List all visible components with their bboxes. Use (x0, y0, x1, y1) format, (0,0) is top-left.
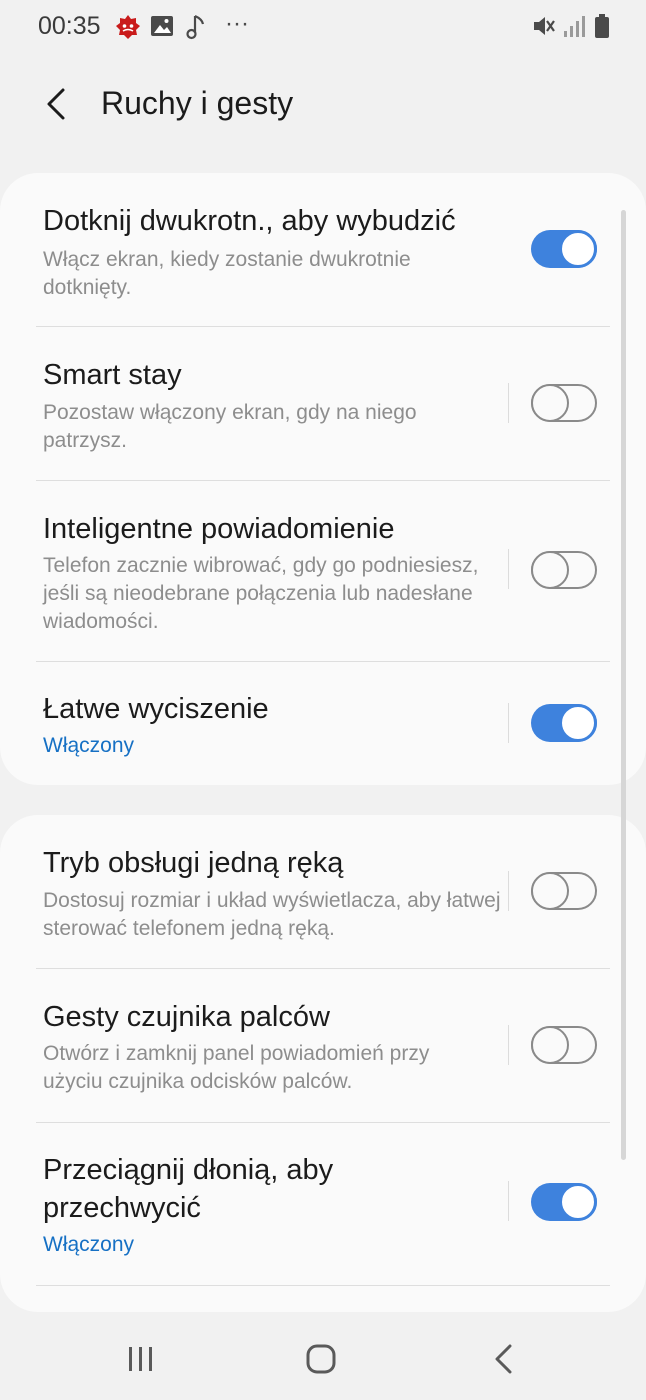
signal-icon (562, 13, 588, 44)
recent-apps-icon (129, 1347, 152, 1371)
status-time: 00:35 (38, 12, 101, 40)
setting-status: Włączony (43, 734, 135, 757)
recent-apps-button[interactable] (117, 1340, 165, 1380)
mute-icon (532, 13, 556, 44)
battery-icon (594, 13, 610, 44)
setting-title: Łatwe wyciszenie (43, 693, 269, 725)
vertical-separator (508, 871, 509, 911)
smart-alert-toggle[interactable] (531, 551, 597, 589)
one-handed-mode-toggle[interactable] (531, 872, 597, 910)
setting-subtitle: Telefon zacznie wibrować, gdy go podnies… (43, 554, 479, 633)
easy-mute-toggle[interactable] (531, 704, 597, 742)
finger-sensor-gestures-toggle[interactable] (531, 1026, 597, 1064)
setting-row-palm-swipe-capture[interactable]: Przeciągnij dłonią, aby przechwycić Włąc… (0, 1123, 646, 1285)
setting-title: Przeciągnij dłonią, aby przechwycić (43, 1154, 334, 1224)
setting-title: Smart stay (43, 359, 182, 391)
setting-row-smart-stay[interactable]: Smart stay Pozostaw włączony ekran, gdy … (0, 327, 646, 480)
status-bar: 00:35 ··· (0, 0, 646, 54)
back-icon (495, 1344, 512, 1374)
page-title: Ruchy i gesty (101, 85, 294, 121)
gallery-icon (150, 13, 174, 44)
setting-subtitle: Dostosuj rozmiar i układ wyświetlacza, a… (43, 889, 501, 940)
setting-title: Inteligentne powiadomienie (43, 513, 395, 545)
setting-row-finger-sensor-gestures[interactable]: Gesty czujnika palców Otwórz i zamknij p… (0, 969, 646, 1122)
home-icon (306, 1344, 336, 1374)
double-tap-wake-toggle[interactable] (531, 230, 597, 268)
vertical-separator (508, 703, 509, 743)
back-button[interactable] (36, 84, 80, 128)
setting-status: Włączony (43, 1233, 135, 1256)
setting-row-easy-mute[interactable]: Łatwe wyciszenie Włączony (0, 662, 646, 785)
setting-subtitle: Włącz ekran, kiedy zostanie dwukrotnie d… (43, 248, 411, 299)
smart-stay-toggle[interactable] (531, 384, 597, 422)
scrollbar[interactable] (621, 210, 626, 1160)
home-button[interactable] (298, 1340, 346, 1380)
setting-title: Dotknij dwukrotn., aby wybudzić (43, 205, 456, 237)
vertical-separator (508, 1181, 509, 1221)
back-chevron-icon (47, 88, 65, 120)
app-badge-icon (114, 13, 142, 46)
vertical-separator (508, 549, 509, 589)
setting-row-double-tap-wake[interactable]: Dotknij dwukrotn., aby wybudzić Włącz ek… (0, 173, 646, 326)
music-note-icon (184, 13, 206, 46)
setting-title: Tryb obsługi jedną ręką (43, 847, 344, 879)
setting-subtitle: Otwórz i zamknij panel powiadomień przy … (43, 1042, 430, 1093)
setting-title: Gesty czujnika palców (43, 1001, 330, 1033)
divider (36, 1285, 610, 1286)
nav-back-button[interactable] (482, 1340, 530, 1380)
palm-swipe-capture-toggle[interactable] (531, 1183, 597, 1221)
setting-subtitle: Pozostaw włączony ekran, gdy na niego pa… (43, 401, 417, 452)
setting-row-smart-alert[interactable]: Inteligentne powiadomienie Telefon zaczn… (0, 481, 646, 661)
navigation-bar (0, 1318, 646, 1400)
vertical-separator (508, 1025, 509, 1065)
setting-row-one-handed-mode[interactable]: Tryb obsługi jedną ręką Dostosuj rozmiar… (0, 815, 646, 968)
vertical-separator (508, 383, 509, 423)
app-header: Ruchy i gesty (0, 70, 646, 140)
settings-group-2: Tryb obsługi jedną ręką Dostosuj rozmiar… (0, 815, 646, 1312)
settings-group-1: Dotknij dwukrotn., aby wybudzić Włącz ek… (0, 173, 646, 785)
more-icon: ··· (225, 10, 249, 37)
